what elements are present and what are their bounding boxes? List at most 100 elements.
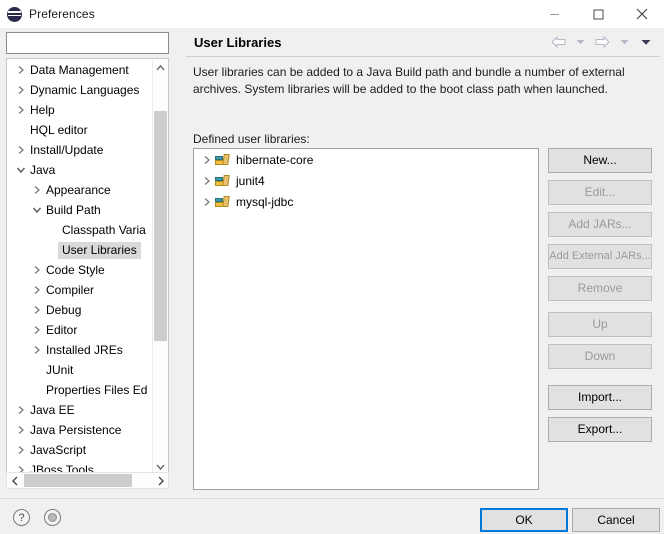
view-menu-chevron-down-icon[interactable] xyxy=(636,32,656,52)
sidebar-item-properties-files-ed[interactable]: Properties Files Ed xyxy=(7,380,155,400)
back-dropdown-chevron-down-icon[interactable] xyxy=(570,32,590,52)
sidebar-item-data-management[interactable]: Data Management xyxy=(7,60,155,80)
title-bar: Preferences xyxy=(0,0,664,28)
new-button[interactable]: New... xyxy=(548,148,652,173)
chevron-right-icon xyxy=(45,225,61,235)
close-button[interactable] xyxy=(620,0,664,28)
apply-icon[interactable] xyxy=(44,509,61,526)
ok-button[interactable]: OK xyxy=(480,508,568,532)
sidebar-item-dynamic-languages[interactable]: Dynamic Languages xyxy=(7,80,155,100)
library-icon xyxy=(215,195,231,209)
sidebar-item-label: Debug xyxy=(46,303,82,317)
sidebar-item-java-persistence[interactable]: Java Persistence xyxy=(7,420,155,440)
forward-dropdown-chevron-down-icon[interactable] xyxy=(614,32,634,52)
preference-tree[interactable]: Data Management Dynamic Languages Help HQL … xyxy=(6,58,169,476)
library-name: mysql-jdbc xyxy=(236,194,294,209)
eclipse-icon xyxy=(7,6,22,22)
up-button: Up xyxy=(548,312,652,337)
sidebar-item-label: Java EE xyxy=(30,403,75,417)
chevron-right-icon xyxy=(29,385,45,395)
chevron-right-icon[interactable] xyxy=(199,176,215,186)
library-list-item[interactable]: mysql-jdbc xyxy=(194,191,538,212)
sidebar-item-junit[interactable]: JUnit xyxy=(7,360,155,380)
horizontal-scroll-thumb[interactable] xyxy=(24,474,132,487)
sidebar-item-user-libraries[interactable]: User Libraries xyxy=(7,240,155,260)
sidebar-item-label: User Libraries xyxy=(58,241,141,259)
chevron-right-icon[interactable] xyxy=(13,105,29,115)
chevron-right-icon[interactable] xyxy=(29,345,45,355)
export-button[interactable]: Export... xyxy=(548,417,652,442)
minimize-button[interactable] xyxy=(532,0,576,28)
sidebar-item-label: Help xyxy=(30,103,55,117)
sidebar-item-compiler[interactable]: Compiler xyxy=(7,280,155,300)
sidebar-item-appearance[interactable]: Appearance xyxy=(7,180,155,200)
page-nav-icons xyxy=(548,28,656,56)
chevron-right-icon[interactable] xyxy=(13,405,29,415)
tree-vertical-scrollbar[interactable] xyxy=(152,59,168,475)
sidebar-item-label: HQL editor xyxy=(30,123,88,137)
chevron-right-icon[interactable] xyxy=(29,285,45,295)
cancel-button[interactable]: Cancel xyxy=(572,508,660,532)
library-icon xyxy=(215,153,231,167)
maximize-button[interactable] xyxy=(576,0,620,28)
chevron-right-icon[interactable] xyxy=(13,65,29,75)
header-divider xyxy=(186,56,660,57)
back-arrow-icon[interactable] xyxy=(548,32,568,52)
sidebar-item-java[interactable]: Java xyxy=(7,160,155,180)
sidebar-item-classpath-varia[interactable]: Classpath Varia xyxy=(7,220,155,240)
sidebar-item-help[interactable]: Help xyxy=(7,100,155,120)
scroll-up-arrow-icon[interactable] xyxy=(153,59,168,76)
sidebar-item-debug[interactable]: Debug xyxy=(7,300,155,320)
library-action-buttons: New... Edit... Add JARs... Add External JAR… xyxy=(548,148,652,449)
window-controls xyxy=(532,0,664,28)
tree-horizontal-scrollbar[interactable] xyxy=(6,472,169,489)
sidebar-item-installed-jres[interactable]: Installed JREs xyxy=(7,340,155,360)
chevron-down-icon[interactable] xyxy=(13,166,29,174)
chevron-down-icon[interactable] xyxy=(29,206,45,214)
chevron-right-icon[interactable] xyxy=(29,265,45,275)
window-title: Preferences xyxy=(29,7,95,21)
import-button[interactable]: Import... xyxy=(548,385,652,410)
chevron-right-icon[interactable] xyxy=(199,155,215,165)
sidebar-item-install-update[interactable]: Install/Update xyxy=(7,140,155,160)
tree-scroll-thumb[interactable] xyxy=(154,111,167,341)
sidebar-item-label: Installed JREs xyxy=(46,343,123,357)
defined-libraries-label: Defined user libraries: xyxy=(193,132,310,146)
chevron-right-icon[interactable] xyxy=(199,197,215,207)
page-title: User Libraries xyxy=(194,34,282,50)
preferences-dialog: Preferences Data Management Dynamic Langu… xyxy=(0,0,664,534)
chevron-right-icon[interactable] xyxy=(29,325,45,335)
sidebar-item-label: Editor xyxy=(46,323,78,337)
library-list-item[interactable]: hibernate-core xyxy=(194,149,538,170)
dialog-footer: ? OK Cancel xyxy=(0,499,664,534)
chevron-right-icon[interactable] xyxy=(13,425,29,435)
edit-button: Edit... xyxy=(548,180,652,205)
forward-arrow-icon[interactable] xyxy=(592,32,612,52)
sidebar-item-label: Java xyxy=(30,163,56,177)
page-description: User libraries can be added to a Java Bu… xyxy=(193,65,625,96)
filter-input[interactable] xyxy=(6,32,169,54)
library-name: hibernate-core xyxy=(236,152,314,167)
sidebar-item-editor[interactable]: Editor xyxy=(7,320,155,340)
scroll-right-arrow-icon[interactable] xyxy=(152,473,168,488)
chevron-right-icon[interactable] xyxy=(13,145,29,155)
sidebar-item-build-path[interactable]: Build Path xyxy=(7,200,155,220)
sidebar-item-hql-editor[interactable]: HQL editor xyxy=(7,120,155,140)
user-libraries-list[interactable]: hibernate-core junit4 mysql-jdbc xyxy=(193,148,539,490)
sidebar-item-javascript[interactable]: JavaScript xyxy=(7,440,155,460)
sidebar-item-label: Properties Files Ed xyxy=(46,383,148,397)
chevron-right-icon[interactable] xyxy=(13,85,29,95)
page-header: User Libraries xyxy=(182,28,664,56)
library-list-item[interactable]: junit4 xyxy=(194,170,538,191)
sidebar-item-java-ee[interactable]: Java EE xyxy=(7,400,155,420)
chevron-right-icon[interactable] xyxy=(29,305,45,315)
down-button: Down xyxy=(548,344,652,369)
sidebar-item-label: JUnit xyxy=(46,363,74,377)
sidebar-item-code-style[interactable]: Code Style xyxy=(7,260,155,280)
chevron-right-icon[interactable] xyxy=(13,445,29,455)
chevron-right-icon[interactable] xyxy=(29,185,45,195)
chevron-right-icon xyxy=(29,365,45,375)
remove-button: Remove xyxy=(548,276,652,301)
question-mark-icon[interactable]: ? xyxy=(13,509,30,526)
scroll-left-arrow-icon[interactable] xyxy=(7,473,23,488)
